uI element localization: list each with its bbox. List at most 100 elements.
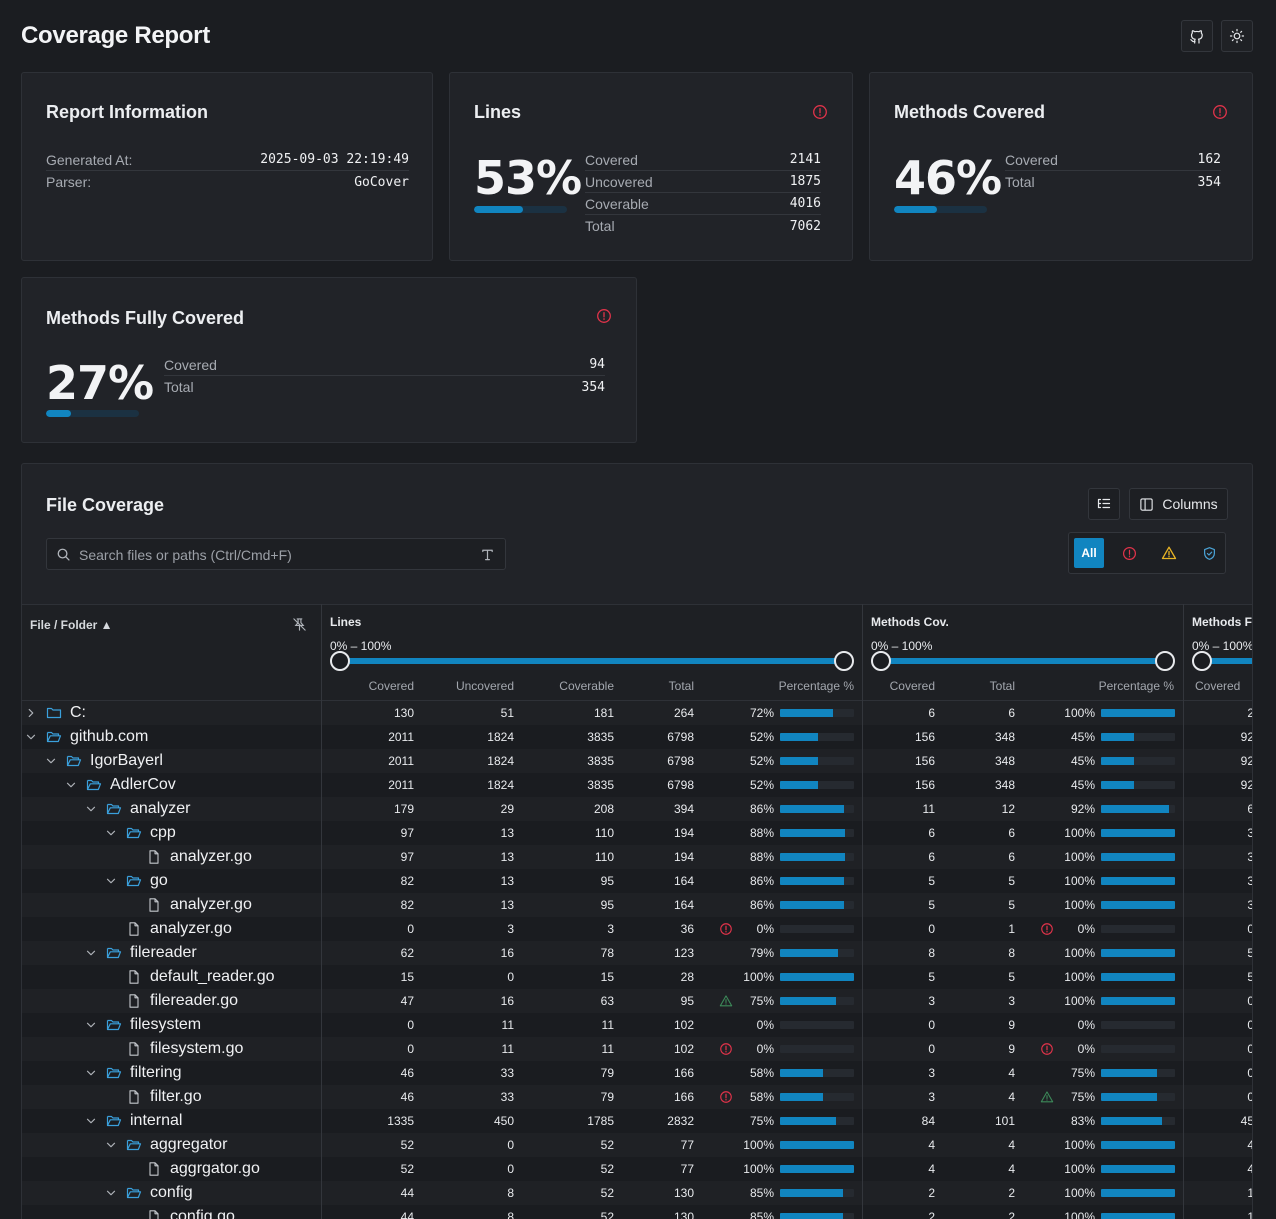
file-row[interactable]: analyzer.go 97 13 110 194 88% 6 6 100% 3	[22, 845, 1252, 869]
chevron-down-icon[interactable]	[44, 754, 58, 768]
chevron-down-icon[interactable]	[104, 1186, 118, 1200]
methods-total-cell: 4	[1008, 1066, 1015, 1080]
lines-uncovered-header[interactable]: Uncovered	[434, 679, 514, 693]
lines-range-min-handle[interactable]	[330, 651, 350, 671]
methods-covered-header[interactable]: Covered	[875, 679, 935, 693]
filter-warning-button[interactable]	[1154, 538, 1184, 568]
file-row[interactable]: config.go 44 8 52 130 85% 2 2 100% 1	[22, 1205, 1252, 1219]
folder-row[interactable]: github.com 2011 1824 3835 6798 52% 156 348 45% 92	[22, 725, 1253, 749]
row-name[interactable]: filesystem	[106, 1013, 201, 1037]
methods-total-header[interactable]: Total	[955, 679, 1015, 693]
stat-value: 162	[1197, 152, 1221, 167]
row-name[interactable]: filtering	[106, 1061, 182, 1085]
row-name[interactable]: filesystem.go	[126, 1037, 243, 1061]
chevron-down-icon[interactable]	[64, 778, 78, 792]
row-name[interactable]: analyzer	[106, 797, 190, 821]
row-name[interactable]: C:	[46, 701, 86, 725]
file-row[interactable]: aggrgator.go 52 0 52 77 100% 4 4 100% 4	[22, 1157, 1252, 1181]
filter-all-button[interactable]: All	[1074, 538, 1104, 568]
row-name[interactable]: analyzer.go	[146, 893, 252, 917]
file-icon	[129, 1090, 139, 1104]
chevron-down-icon[interactable]	[84, 1018, 98, 1032]
chevron-down-icon[interactable]	[24, 730, 38, 744]
folder-row[interactable]: filereader 62 16 78 123 79% 8 8 100% 5	[22, 941, 1252, 965]
row-name[interactable]: analyzer.go	[146, 845, 252, 869]
row-name[interactable]: analyzer.go	[126, 917, 232, 941]
unpin-icon[interactable]	[292, 617, 307, 632]
methods-total-cell: 5	[1008, 898, 1015, 912]
lines-total-cell: 77	[680, 1138, 694, 1152]
folder-row[interactable]: cpp 97 13 110 194 88% 6 6 100% 3	[22, 821, 1252, 845]
folder-row[interactable]: internal 1335 450 1785 2832 75% 84 101 83% 45	[22, 1109, 1252, 1133]
search-input[interactable]: Search files or paths (Ctrl/Cmd+F)	[79, 547, 292, 563]
row-name[interactable]: config	[126, 1181, 193, 1205]
list-tree-icon	[1097, 498, 1111, 509]
row-name[interactable]: aggregator	[126, 1133, 227, 1157]
row-name[interactable]: go	[126, 869, 168, 893]
folder-row[interactable]: config 44 8 52 130 85% 2 2 100% 1	[22, 1181, 1252, 1205]
tree-view-button[interactable]	[1088, 488, 1120, 520]
folder-row[interactable]: IgorBayerl 2011 1824 3835 6798 52% 156 348 45% 92	[22, 749, 1252, 773]
lines-uncovered-cell: 13	[500, 898, 514, 912]
row-name[interactable]: default_reader.go	[126, 965, 275, 989]
file-folder-column-header[interactable]: File / Folder ▲	[30, 618, 113, 632]
chevron-down-icon[interactable]	[84, 1114, 98, 1128]
row-name[interactable]: cpp	[126, 821, 176, 845]
methods-cov-range-min-handle[interactable]	[871, 651, 891, 671]
filter-safe-button[interactable]	[1194, 538, 1224, 568]
file-row[interactable]: filereader.go 47 16 63 95 75% 3 3 100% 0	[22, 989, 1252, 1013]
methods-full-covered-cell: 92	[1240, 730, 1253, 744]
row-name[interactable]: filter.go	[126, 1085, 202, 1109]
folder-row[interactable]: filesystem 0 11 11 102 0% 0 9 0% 0	[22, 1013, 1252, 1037]
row-name[interactable]: aggrgator.go	[146, 1157, 260, 1181]
row-name-label: analyzer	[130, 800, 191, 817]
lines-total-header[interactable]: Total	[634, 679, 694, 693]
lines-total-cell: 6798	[667, 778, 694, 792]
file-row[interactable]: default_reader.go 15 0 15 28 100% 5 5 100% 5	[22, 965, 1252, 989]
folder-row[interactable]: filtering 46 33 79 166 58% 3 4 75% 0	[22, 1061, 1252, 1085]
row-name[interactable]: filereader.go	[126, 989, 238, 1013]
folder-row[interactable]: analyzer 179 29 208 394 86% 11 12 92% 6	[22, 797, 1252, 821]
row-name[interactable]: IgorBayerl	[66, 749, 163, 773]
chevron-down-icon[interactable]	[104, 1138, 118, 1152]
filter-danger-button[interactable]	[1114, 538, 1144, 568]
methods-full-covered-header[interactable]: Covered	[1195, 679, 1240, 693]
chevron-down-icon[interactable]	[104, 874, 118, 888]
file-row[interactable]: filesystem.go 0 11 11 102 0% 0 9 0% 0	[22, 1037, 1252, 1061]
lines-covered-header[interactable]: Covered	[354, 679, 414, 693]
chevron-down-icon[interactable]	[84, 946, 98, 960]
methods-cov-range-max-handle[interactable]	[1155, 651, 1175, 671]
row-name[interactable]: internal	[106, 1109, 182, 1133]
methods-percentage-header[interactable]: Percentage %	[1074, 679, 1174, 693]
report-info-list: Generated At: 2025-09-03 22:19:49 Parser…	[46, 149, 409, 193]
chevron-right-icon[interactable]	[24, 706, 38, 720]
chevron-down-icon[interactable]	[84, 802, 98, 816]
file-row[interactable]: analyzer.go 82 13 95 164 86% 5 5 100% 3	[22, 893, 1252, 917]
methods-full-range-min-handle[interactable]	[1192, 651, 1212, 671]
lines-coverable-header[interactable]: Coverable	[524, 679, 614, 693]
search-box[interactable]: Search files or paths (Ctrl/Cmd+F)	[46, 538, 506, 570]
lines-percentage-bar	[780, 901, 854, 909]
lines-percentage-bar	[780, 757, 854, 765]
lines-percentage-header[interactable]: Percentage %	[754, 679, 854, 693]
text-match-icon[interactable]	[480, 547, 495, 562]
lines-percentage-bar	[780, 709, 854, 717]
chevron-down-icon[interactable]	[104, 826, 118, 840]
file-row[interactable]: filter.go 46 33 79 166 58% 3 4 75% 0	[22, 1085, 1252, 1109]
row-name[interactable]: config.go	[146, 1205, 235, 1219]
folder-row[interactable]: C: 130 51 181 264 72% 6 6 100% 2	[22, 701, 1252, 725]
file-row[interactable]: analyzer.go 0 3 3 36 0% 0 1 0% 0	[22, 917, 1252, 941]
folder-row[interactable]: AdlerCov 2011 1824 3835 6798 52% 156 348 45% 92	[22, 773, 1252, 797]
folder-row[interactable]: aggregator 52 0 52 77 100% 4 4 100% 4	[22, 1133, 1252, 1157]
row-name[interactable]: AdlerCov	[86, 773, 176, 797]
row-name[interactable]: filereader	[106, 941, 197, 965]
methods-covered-cell: 5	[928, 874, 935, 888]
lines-range-max-handle[interactable]	[834, 651, 854, 671]
theme-toggle-button[interactable]	[1221, 20, 1253, 52]
methods-total-cell: 1	[1008, 922, 1015, 936]
chevron-down-icon[interactable]	[84, 1066, 98, 1080]
row-name[interactable]: github.com	[46, 725, 148, 749]
folder-row[interactable]: go 82 13 95 164 86% 5 5 100% 3	[22, 869, 1252, 893]
columns-button[interactable]: Columns	[1129, 488, 1228, 520]
github-button[interactable]	[1181, 20, 1213, 52]
